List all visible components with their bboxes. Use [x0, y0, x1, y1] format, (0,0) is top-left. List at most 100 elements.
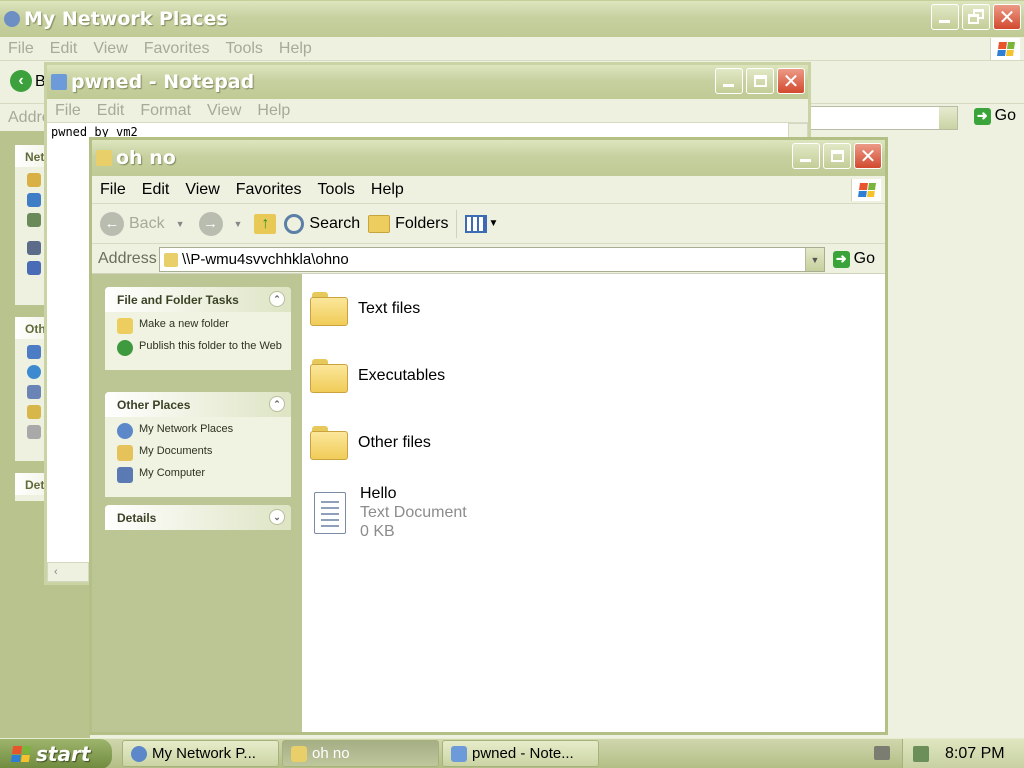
documents-icon	[27, 405, 41, 419]
minimize-button[interactable]	[931, 4, 959, 30]
address-dropdown[interactable]: ▼	[805, 248, 824, 271]
address-label: Address	[98, 250, 157, 267]
close-button[interactable]: ✕	[854, 143, 882, 169]
maximize-button[interactable]	[823, 143, 851, 169]
menu-tools[interactable]: Tools	[310, 181, 363, 199]
minimize-button[interactable]	[715, 68, 743, 94]
shared-folder-icon	[96, 150, 112, 166]
taskbar-button-network[interactable]: My Network P...	[122, 740, 279, 767]
ohno-menubar: File Edit View Favorites Tools Help	[92, 176, 885, 204]
taskbar-button-label: My Network P...	[152, 745, 256, 762]
desktop-icon	[27, 345, 41, 359]
up-folder-button[interactable]: ↑	[254, 213, 277, 234]
notepad-menubar: File Edit Format View Help	[47, 99, 808, 123]
go-arrow-icon: ➜	[973, 107, 991, 125]
go-button[interactable]: ➜ Go	[973, 107, 1016, 125]
folder-item[interactable]: Other files	[310, 426, 431, 460]
group-title: Details	[117, 511, 157, 525]
forward-button[interactable]: → ▼	[198, 211, 243, 236]
folders-button[interactable]: Folders	[368, 214, 448, 233]
maximize-button[interactable]	[746, 68, 774, 94]
address-field[interactable]	[800, 106, 958, 130]
clock[interactable]: 8:07 PM	[945, 745, 1005, 763]
restore-button[interactable]	[962, 4, 990, 30]
ohno-toolbar: ← Back ▼ → ▼ ↑ Search Folders ▼	[92, 204, 885, 244]
close-button[interactable]: ✕	[777, 68, 805, 94]
collapse-chevron-icon[interactable]: ⌃	[269, 396, 285, 412]
folder-name: Executables	[358, 367, 446, 384]
search-button[interactable]: Search	[284, 213, 360, 234]
taskbar-button-notepad[interactable]: pwned - Note...	[442, 740, 599, 767]
file-size: 0 KB	[360, 523, 395, 540]
system-tray: 8:07 PM	[902, 739, 1024, 768]
expand-chevron-icon[interactable]: ⌄	[269, 509, 285, 525]
details-header[interactable]: Details ⌄	[105, 505, 291, 530]
ohno-titlebar[interactable]: oh no ✕	[92, 140, 885, 176]
collapse-chevron-icon[interactable]: ⌃	[269, 291, 285, 307]
notepad-icon	[451, 745, 467, 762]
ohno-title: oh no	[116, 147, 176, 169]
taskbar-button-ohno[interactable]: oh no	[282, 740, 439, 767]
start-button[interactable]: start	[0, 739, 112, 768]
back-dropdown-icon[interactable]: ▼	[176, 219, 185, 229]
publish-web-icon	[117, 340, 133, 356]
place-label: My Documents	[139, 445, 213, 457]
address-dropdown[interactable]	[939, 107, 957, 129]
menu-edit[interactable]: Edit	[89, 102, 133, 120]
menu-view[interactable]: View	[85, 40, 135, 58]
go-button[interactable]: ➜ Go	[832, 250, 875, 268]
computer-icon	[27, 385, 41, 399]
network-titlebar[interactable]: My Network Places ✕	[0, 1, 1024, 37]
keyboard-icon[interactable]	[874, 746, 890, 760]
menu-edit[interactable]: Edit	[134, 181, 178, 199]
forward-dropdown-icon[interactable]: ▼	[234, 219, 243, 229]
menu-view[interactable]: View	[177, 181, 227, 199]
wizard-icon	[27, 213, 41, 227]
horizontal-scrollbar[interactable]: ‹	[47, 562, 89, 582]
views-icon	[465, 214, 488, 233]
place-my-computer[interactable]: My Computer	[117, 467, 283, 483]
menu-help[interactable]: Help	[363, 181, 412, 199]
folder-item[interactable]: Text files	[310, 292, 420, 326]
task-publish-web[interactable]: Publish this folder to the Web	[117, 340, 283, 356]
address-field[interactable]: \\P-wmu4svvchhkla\ohno ▼	[159, 247, 825, 272]
folder-name: Other files	[358, 434, 431, 451]
other-places-header[interactable]: Other Places ⌃	[105, 392, 291, 417]
menu-view[interactable]: View	[199, 102, 249, 120]
folder-item[interactable]: Executables	[310, 359, 445, 393]
menu-file[interactable]: File	[0, 40, 42, 58]
place-my-network-places[interactable]: My Network Places	[117, 423, 283, 439]
menu-tools[interactable]: Tools	[218, 40, 271, 58]
minimize-button[interactable]	[792, 143, 820, 169]
notepad-titlebar[interactable]: pwned - Notepad ✕	[47, 65, 808, 99]
up-folder-icon: ↑	[254, 213, 277, 234]
back-label: Back	[129, 214, 165, 232]
go-arrow-icon: ➜	[832, 250, 850, 268]
views-dropdown-icon: ▼	[488, 218, 499, 229]
windows-flag-icon	[10, 746, 32, 762]
back-arrow-icon[interactable]: ‹	[10, 70, 32, 92]
file-item[interactable]: Hello Text Document 0 KB	[314, 484, 467, 541]
back-button[interactable]: ← Back ▼	[100, 211, 185, 236]
place-label: My Computer	[139, 467, 206, 479]
menu-help[interactable]: Help	[271, 40, 320, 58]
oh-no-window[interactable]: oh no ✕ File Edit View Favorites Tools H…	[89, 137, 888, 735]
menu-file[interactable]: File	[92, 181, 134, 199]
menu-format[interactable]: Format	[132, 102, 199, 120]
taskbar-button-label: pwned - Note...	[472, 745, 574, 762]
menu-favorites[interactable]: Favorites	[228, 181, 310, 199]
new-folder-icon	[117, 318, 133, 334]
task-make-new-folder[interactable]: Make a new folder	[117, 318, 283, 334]
file-folder-tasks-header[interactable]: File and Folder Tasks ⌃	[105, 287, 291, 312]
place-my-documents[interactable]: My Documents	[117, 445, 283, 461]
menu-edit[interactable]: Edit	[42, 40, 86, 58]
menu-help[interactable]: Help	[249, 102, 298, 120]
close-button[interactable]: ✕	[993, 4, 1021, 30]
ohno-address-bar: Address \\P-wmu4svvchhkla\ohno ▼ ➜ Go	[92, 244, 885, 274]
network-places-icon	[131, 745, 147, 762]
views-button[interactable]: ▼	[465, 214, 499, 233]
network-tray-icon[interactable]	[913, 746, 929, 762]
menu-file[interactable]: File	[47, 102, 89, 120]
menu-favorites[interactable]: Favorites	[136, 40, 218, 58]
shared-folder-icon	[164, 252, 178, 267]
